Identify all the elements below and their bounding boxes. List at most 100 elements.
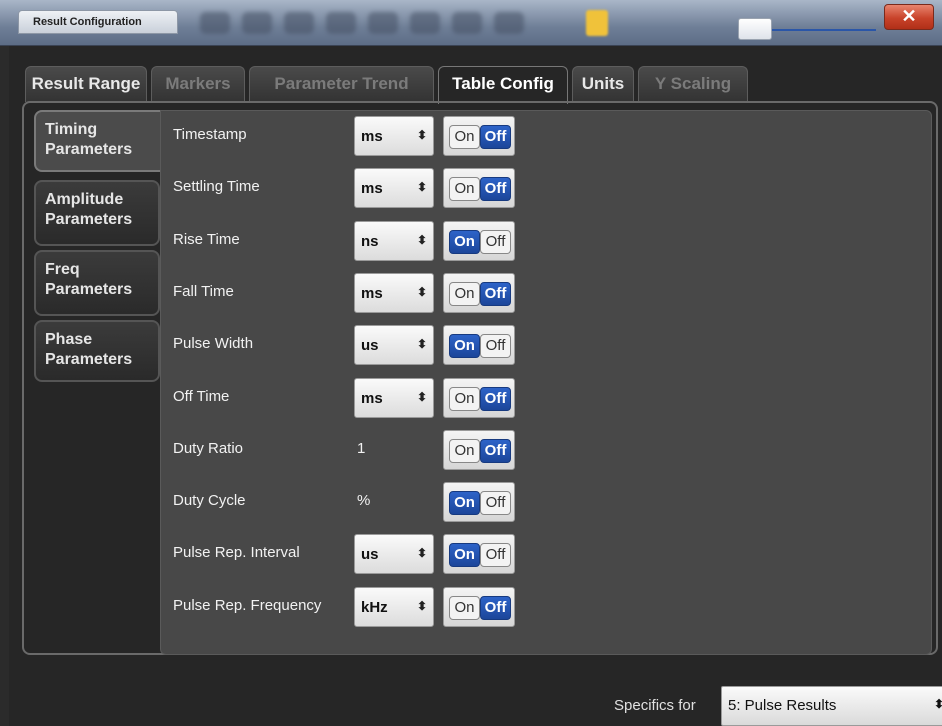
- dropdown-arrow-icon: ⬍: [416, 285, 427, 299]
- parameter-row: Pulse Rep. Interval us ⬍ On Off: [161, 533, 921, 574]
- parameter-label: Timestamp: [173, 126, 247, 143]
- toggle-off-option[interactable]: Off: [480, 491, 511, 515]
- on-off-toggle[interactable]: On Off: [443, 221, 515, 261]
- parameter-row: Duty Ratio 1 On Off: [161, 429, 921, 470]
- unit-value: ms: [361, 180, 383, 197]
- unit-select[interactable]: ns ⬍: [354, 221, 434, 261]
- toolbar-icon[interactable]: [368, 12, 398, 34]
- toggle-on-option[interactable]: On: [449, 387, 480, 411]
- close-icon: ✕: [901, 6, 917, 26]
- on-off-toggle[interactable]: On Off: [443, 116, 515, 156]
- toolbar-icon[interactable]: [452, 12, 482, 34]
- parameter-row: Rise Time ns ⬍ On Off: [161, 220, 921, 261]
- unit-select[interactable]: kHz ⬍: [354, 587, 434, 627]
- lock-icon[interactable]: [586, 10, 608, 36]
- dialog-body: Result Range Markers Parameter Trend Tab…: [9, 46, 942, 726]
- dropdown-arrow-icon: ⬍: [416, 128, 427, 142]
- on-off-toggle[interactable]: On Off: [443, 587, 515, 627]
- unit-value: us: [361, 546, 379, 563]
- toggle-off-option[interactable]: Off: [480, 177, 511, 201]
- transparency-slider-track[interactable]: [766, 29, 876, 31]
- window-title: Result Configuration: [18, 10, 178, 34]
- toggle-on-option[interactable]: On: [449, 125, 480, 149]
- subtab-freq-parameters[interactable]: Freq Parameters: [34, 250, 160, 316]
- transparency-slider-thumb[interactable]: [738, 18, 772, 40]
- toggle-off-option[interactable]: Off: [480, 596, 511, 620]
- unit-select[interactable]: ms ⬍: [354, 168, 434, 208]
- toggle-on-option[interactable]: On: [449, 543, 480, 567]
- on-off-toggle[interactable]: On Off: [443, 482, 515, 522]
- on-off-toggle[interactable]: On Off: [443, 534, 515, 574]
- unit-value: ns: [361, 233, 379, 250]
- toggle-on-option[interactable]: On: [449, 230, 480, 254]
- toggle-off-option[interactable]: Off: [480, 439, 511, 463]
- on-off-toggle[interactable]: On Off: [443, 325, 515, 365]
- toggle-on-option[interactable]: On: [449, 177, 480, 201]
- close-button[interactable]: ✕: [884, 4, 934, 30]
- tab-units[interactable]: Units: [572, 66, 634, 102]
- unit-value: kHz: [361, 599, 388, 616]
- tab-table-config[interactable]: Table Config: [438, 66, 568, 104]
- toggle-off-option[interactable]: Off: [480, 125, 511, 149]
- unit-value: ms: [361, 128, 383, 145]
- parameter-label: Off Time: [173, 388, 230, 405]
- parameter-row: Pulse Width us ⬍ On Off: [161, 324, 921, 365]
- dropdown-arrow-icon: ⬍: [416, 337, 427, 351]
- on-off-toggle[interactable]: On Off: [443, 168, 515, 208]
- dropdown-arrow-icon: ⬍: [416, 180, 427, 194]
- subtab-amplitude-parameters[interactable]: Amplitude Parameters: [34, 180, 160, 246]
- toggle-on-option[interactable]: On: [449, 439, 480, 463]
- parameter-label: Settling Time: [173, 178, 260, 195]
- tab-y-scaling[interactable]: Y Scaling: [638, 66, 748, 102]
- toolbar-icon[interactable]: [242, 12, 272, 34]
- specifics-for-select[interactable]: 5: Pulse Results ⬍: [721, 686, 942, 726]
- tab-markers[interactable]: Markers: [151, 66, 245, 102]
- parameter-row: Timestamp ms ⬍ On Off: [161, 115, 921, 156]
- toolbar-icon[interactable]: [284, 12, 314, 34]
- dropdown-arrow-icon: ⬍: [416, 599, 427, 613]
- toolbar-icon[interactable]: [410, 12, 440, 34]
- timing-parameters-list: Timestamp ms ⬍ On Off Settling Time ms ⬍ On Off Ri…: [160, 110, 932, 655]
- toggle-on-option[interactable]: On: [449, 491, 480, 515]
- toggle-on-option[interactable]: On: [449, 596, 480, 620]
- dropdown-arrow-icon: ⬍: [416, 233, 427, 247]
- parameter-label: Rise Time: [173, 231, 240, 248]
- tab-parameter-trend[interactable]: Parameter Trend: [249, 66, 434, 102]
- toggle-off-option[interactable]: Off: [480, 334, 511, 358]
- on-off-toggle[interactable]: On Off: [443, 273, 515, 313]
- toggle-off-option[interactable]: Off: [480, 387, 511, 411]
- dropdown-arrow-icon: ⬍: [416, 546, 427, 560]
- toggle-on-option[interactable]: On: [449, 334, 480, 358]
- toggle-off-option[interactable]: Off: [480, 230, 511, 254]
- unit-select[interactable]: ms ⬍: [354, 273, 434, 313]
- on-off-toggle[interactable]: On Off: [443, 378, 515, 418]
- tab-result-range[interactable]: Result Range: [25, 66, 147, 102]
- unit-value: us: [361, 337, 379, 354]
- unit-value: ms: [361, 285, 383, 302]
- toggle-on-option[interactable]: On: [449, 282, 480, 306]
- unit-select[interactable]: ms ⬍: [354, 116, 434, 156]
- toggle-off-option[interactable]: Off: [480, 543, 511, 567]
- subtab-phase-parameters[interactable]: Phase Parameters: [34, 320, 160, 382]
- toolbar-icon[interactable]: [200, 12, 230, 34]
- specifics-for-value: 5: Pulse Results: [728, 697, 837, 714]
- parameter-label: Duty Ratio: [173, 440, 244, 457]
- toggle-off-option[interactable]: Off: [480, 282, 511, 306]
- parameter-label: Pulse Rep. Frequency: [173, 597, 322, 614]
- specifics-for-label: Specifics for: [614, 697, 696, 714]
- subtab-timing-parameters[interactable]: Timing Parameters: [34, 110, 166, 172]
- toolbar-icon[interactable]: [494, 12, 524, 34]
- dropdown-arrow-icon: ⬍: [933, 697, 942, 711]
- unit-select[interactable]: ms ⬍: [354, 378, 434, 418]
- parameter-row: Fall Time ms ⬍ On Off: [161, 272, 921, 313]
- on-off-toggle[interactable]: On Off: [443, 430, 515, 470]
- parameter-label: Pulse Width: [173, 335, 254, 352]
- dropdown-arrow-icon: ⬍: [416, 390, 427, 404]
- toolbar-icon[interactable]: [326, 12, 356, 34]
- parameter-row: Duty Cycle% On Off: [161, 481, 921, 522]
- unit-value: ms: [361, 390, 383, 407]
- unit-select[interactable]: us ⬍: [354, 534, 434, 574]
- unit-select[interactable]: us ⬍: [354, 325, 434, 365]
- parameter-label: Duty Cycle: [173, 492, 246, 509]
- title-bar: Result Configuration ✕: [0, 0, 942, 46]
